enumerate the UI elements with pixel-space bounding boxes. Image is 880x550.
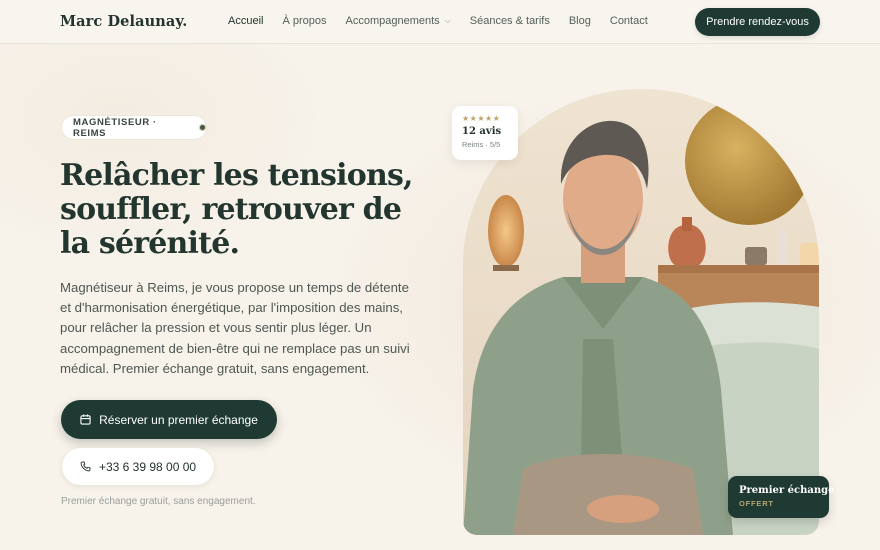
book-first-exchange-button[interactable]: Réserver un premier échange — [61, 400, 277, 439]
book-appointment-button[interactable]: Prendre rendez-vous — [695, 8, 820, 36]
nav-item-seances-tarifs[interactable]: Séances & tarifs — [470, 15, 550, 27]
nav-label: Séances & tarifs — [469, 15, 550, 27]
intro-paragraph: Magnétiseur à Reims, je vous propose un … — [60, 280, 410, 376]
rating-card: ★★★★★ 12 avis Reims · 5/5 — [452, 106, 518, 160]
status-dot-icon — [199, 124, 206, 131]
main-menu: Accueil À propos Accompagnements ⌵ Séance… — [228, 15, 667, 27]
nav-item-accompagnements[interactable]: Accompagnements ⌵ — [346, 15, 451, 27]
page-title: Relâcher les tensions, souffler, retrouv… — [60, 158, 413, 261]
offer-title: Premier échange — [739, 485, 835, 496]
nav-item-contact[interactable]: Contact — [610, 15, 648, 27]
star-rating-icon: ★★★★★ — [462, 114, 501, 123]
phone-number: +33 6 39 98 00 00 — [98, 459, 197, 474]
nav-label: Accompagnements — [345, 15, 440, 27]
calendar-icon — [80, 414, 91, 425]
top-navigation: Marc Delaunay. Accueil À propos Accompag… — [0, 0, 880, 44]
nav-label: Contact — [609, 15, 648, 27]
location-badge: MAGNÉTISEUR · REIMS — [61, 115, 207, 140]
button-label: Réserver un premier échange — [99, 412, 258, 427]
phone-icon — [80, 461, 91, 472]
rating-meta: Reims · 5/5 — [462, 140, 501, 149]
nav-label: Blog — [568, 15, 591, 27]
nav-item-blog[interactable]: Blog — [569, 15, 591, 27]
offer-subtitle: OFFERT — [739, 499, 774, 508]
brand-logo[interactable]: Marc Delaunay. — [60, 13, 187, 30]
nav-item-accueil[interactable]: Accueil — [228, 15, 263, 27]
review-count: 12 avis — [462, 126, 502, 137]
phone-button[interactable]: +33 6 39 98 00 00 — [61, 447, 215, 486]
chevron-down-icon: ⌵ — [444, 16, 451, 25]
nav-label: Accueil — [228, 15, 264, 27]
nav-item-a-propos[interactable]: À propos — [282, 15, 326, 27]
free-exchange-note: Premier échange gratuit, sans engagement… — [61, 496, 256, 507]
badge-label: MAGNÉTISEUR · REIMS — [73, 116, 157, 139]
nav-label: À propos — [282, 15, 327, 27]
offer-badge: Premier échange OFFERT — [728, 476, 835, 518]
